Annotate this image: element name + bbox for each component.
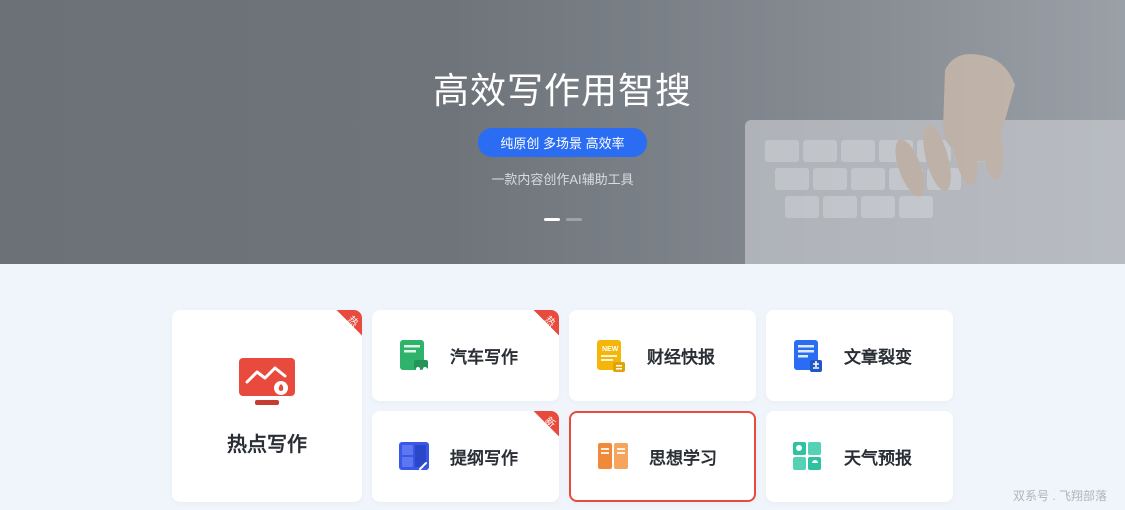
- hero-banner: 高效写作用智搜 纯原创 多场景 高效率 一款内容创作AI辅助工具: [0, 0, 1125, 264]
- weather-tiles-icon: [790, 439, 826, 475]
- document-car-icon: [396, 338, 432, 374]
- card-label: 思想学习: [649, 444, 717, 469]
- hero-subtitle: 一款内容创作AI辅助工具: [491, 169, 633, 188]
- category-cards: 热 热点写作 热 汽车写作 NEW: [0, 264, 1125, 502]
- hot-badge: 热: [326, 310, 362, 346]
- card-label: 天气预报: [844, 444, 912, 469]
- hero-tagline-pill: 纯原创 多场景 高效率: [478, 128, 646, 157]
- new-badge: 新: [523, 411, 559, 447]
- card-label: 汽车写作: [450, 343, 518, 368]
- book-icon: [595, 439, 631, 475]
- hero-illustration: [705, 0, 1125, 264]
- carousel-dot-2[interactable]: [566, 218, 582, 221]
- news-document-icon: NEW: [593, 338, 629, 374]
- layout-grid-icon: [396, 439, 432, 475]
- card-label: 文章裂变: [844, 343, 912, 368]
- hero-title: 高效写作用智搜: [433, 62, 692, 114]
- card-weather-forecast[interactable]: 天气预报: [766, 411, 953, 502]
- svg-text:NEW: NEW: [602, 346, 619, 353]
- analytics-monitor-icon: [237, 356, 297, 408]
- featured-card-hot-writing[interactable]: 热 热点写作: [172, 310, 362, 502]
- card-article-split[interactable]: 文章裂变: [766, 310, 953, 401]
- watermark-text: 双系号 . 飞翔部落: [1013, 487, 1107, 504]
- featured-card-label: 热点写作: [227, 428, 307, 457]
- carousel-dots[interactable]: [544, 218, 582, 221]
- card-thought-study[interactable]: 思想学习: [569, 411, 756, 502]
- document-split-icon: [790, 338, 826, 374]
- card-finance-news[interactable]: NEW 财经快报: [569, 310, 756, 401]
- card-label: 财经快报: [647, 343, 715, 368]
- card-label: 提纲写作: [450, 444, 518, 469]
- hot-badge: 热: [523, 310, 559, 346]
- card-outline-writing[interactable]: 新 提纲写作: [372, 411, 559, 502]
- card-grid: 热 汽车写作 NEW 财经快报: [372, 310, 953, 502]
- card-auto-writing[interactable]: 热 汽车写作: [372, 310, 559, 401]
- carousel-dot-1[interactable]: [544, 218, 560, 221]
